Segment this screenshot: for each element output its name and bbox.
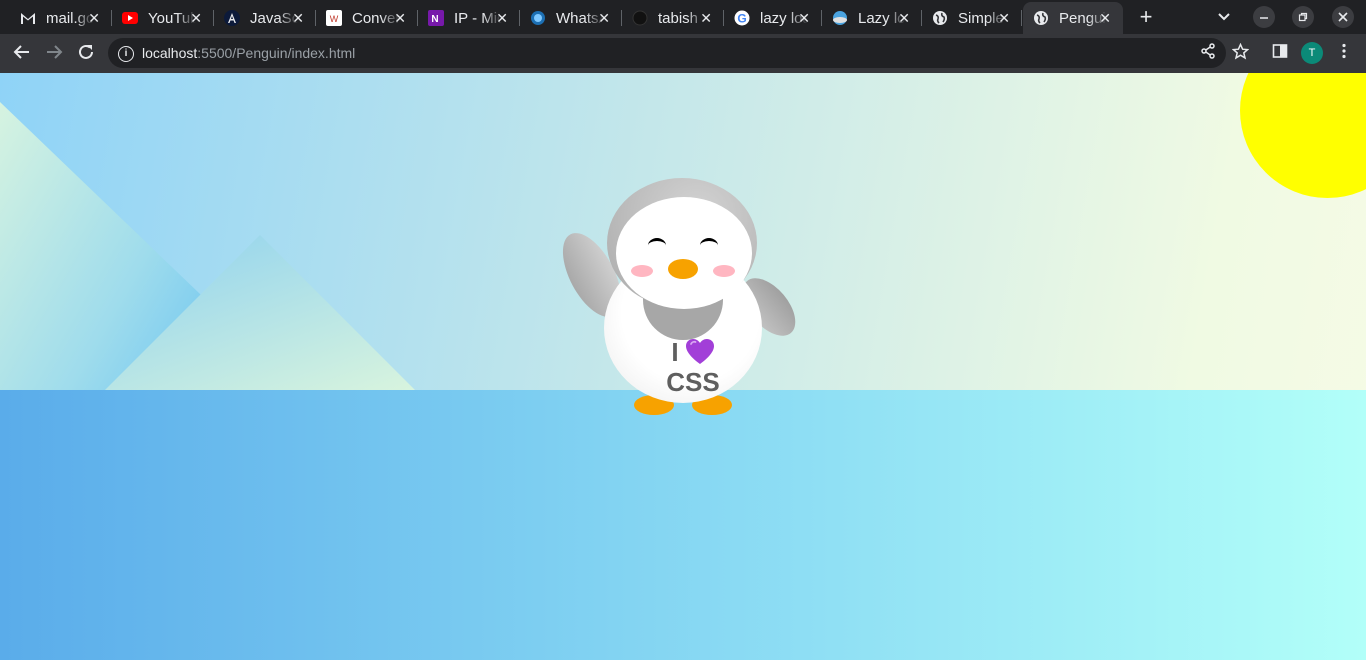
url-host: localhost: [142, 45, 198, 61]
penguin: I CSS: [550, 173, 806, 423]
tab-strip: mail.google.com ✕ YouTube ✕ JavaScript ✕…: [0, 0, 1366, 34]
tab-title: tabish: [658, 9, 699, 27]
tab-divider: [1021, 10, 1022, 26]
tab-google-search[interactable]: G lazy loading ✕: [724, 2, 822, 34]
penguin-left-cheek: [631, 265, 653, 277]
converter-icon: W: [326, 10, 342, 26]
site-info-icon[interactable]: i: [118, 46, 134, 62]
close-tab-icon[interactable]: ✕: [998, 10, 1010, 26]
close-tab-icon[interactable]: ✕: [496, 10, 508, 26]
forward-button[interactable]: [44, 43, 64, 63]
web-icon: [832, 10, 848, 26]
tab-title: YouTube: [148, 9, 196, 27]
tshirt-line-1: I: [671, 337, 679, 367]
tab-title: JavaScript: [250, 9, 298, 27]
minimize-button[interactable]: [1253, 6, 1275, 28]
water: [0, 390, 1366, 660]
close-icon: [1338, 12, 1348, 22]
whatsapp-icon: [530, 10, 546, 26]
globe-icon: [932, 10, 948, 26]
back-arrow-icon: [13, 45, 29, 59]
reload-icon: [79, 44, 93, 59]
profile-avatar[interactable]: T: [1301, 42, 1323, 64]
onenote-icon: N: [428, 10, 444, 26]
tab-title: mail.google.com: [46, 9, 94, 27]
tshirt-text: I CSS: [658, 337, 728, 397]
url-path: :5500/Penguin/index.html: [197, 45, 356, 61]
tab-youtube[interactable]: YouTube ✕: [112, 2, 214, 34]
close-window-button[interactable]: [1332, 6, 1354, 28]
angular-icon: [224, 10, 240, 26]
page-viewport: I CSS: [0, 73, 1366, 660]
minimize-icon: [1260, 17, 1268, 19]
restore-icon: [1298, 12, 1308, 22]
chevron-down-icon: [1218, 13, 1230, 21]
close-tab-icon[interactable]: ✕: [798, 10, 810, 26]
purple-heart-icon: [685, 339, 714, 364]
globe-icon: [1033, 10, 1049, 26]
tab-gmail[interactable]: mail.google.com ✕: [10, 2, 112, 34]
tab-title: IP - Microsoft OneNote: [454, 9, 502, 27]
tab-title: Converter: [352, 9, 400, 27]
forward-arrow-icon: [47, 45, 63, 59]
tab-onenote[interactable]: N IP - Microsoft OneNote ✕: [418, 2, 520, 34]
penguin-left-eye: [648, 238, 666, 253]
share-icon: [1201, 43, 1215, 59]
close-tab-icon[interactable]: ✕: [88, 10, 100, 26]
back-button[interactable]: [12, 43, 32, 63]
svg-text:W: W: [330, 14, 339, 24]
tab-lazy-loading[interactable]: Lazy loading ✕: [822, 2, 922, 34]
tab-search-button[interactable]: [1213, 6, 1235, 28]
tab-converter[interactable]: W Converter ✕: [316, 2, 418, 34]
new-tab-button[interactable]: +: [1136, 6, 1156, 28]
side-panel-icon: [1272, 44, 1288, 58]
bookmark-button[interactable]: [1230, 42, 1250, 63]
tab-whatsapp[interactable]: WhatsApp ✕: [520, 2, 622, 34]
penguin-right-eye: [700, 238, 718, 253]
address-url[interactable]: localhost:5500/Penguin/index.html: [142, 44, 355, 62]
tab-github[interactable]: tabish ✕: [622, 2, 724, 34]
share-button[interactable]: [1198, 43, 1218, 63]
tab-javascript[interactable]: JavaScript ✕: [214, 2, 316, 34]
tshirt-line-2: CSS: [666, 367, 720, 397]
close-tab-icon[interactable]: ✕: [598, 10, 610, 26]
gmail-icon: [20, 10, 36, 26]
github-icon: [632, 10, 648, 26]
reload-button[interactable]: [76, 43, 96, 63]
kebab-menu-icon: [1342, 43, 1346, 59]
menu-button[interactable]: [1334, 43, 1354, 63]
penguin-right-cheek: [713, 265, 735, 277]
svg-text:N: N: [431, 14, 438, 25]
google-icon: G: [734, 10, 750, 26]
close-tab-icon[interactable]: ✕: [898, 10, 910, 26]
youtube-icon: [122, 10, 138, 26]
penguin-face: [616, 197, 752, 309]
svg-text:G: G: [737, 12, 746, 26]
side-panel-button[interactable]: [1270, 43, 1290, 63]
close-tab-icon[interactable]: ✕: [1099, 10, 1111, 26]
sun: [1240, 73, 1366, 198]
star-icon: [1231, 42, 1249, 60]
tab-title: WhatsApp: [556, 9, 604, 27]
close-tab-icon[interactable]: ✕: [394, 10, 406, 26]
close-tab-icon[interactable]: ✕: [700, 10, 712, 26]
penguin-beak: [668, 259, 698, 279]
tab-simple[interactable]: Simple ✕: [922, 2, 1022, 34]
tab-penguin[interactable]: Penguin ✕: [1023, 2, 1123, 34]
close-tab-icon[interactable]: ✕: [190, 10, 202, 26]
restore-button[interactable]: [1292, 6, 1314, 28]
close-tab-icon[interactable]: ✕: [292, 10, 304, 26]
